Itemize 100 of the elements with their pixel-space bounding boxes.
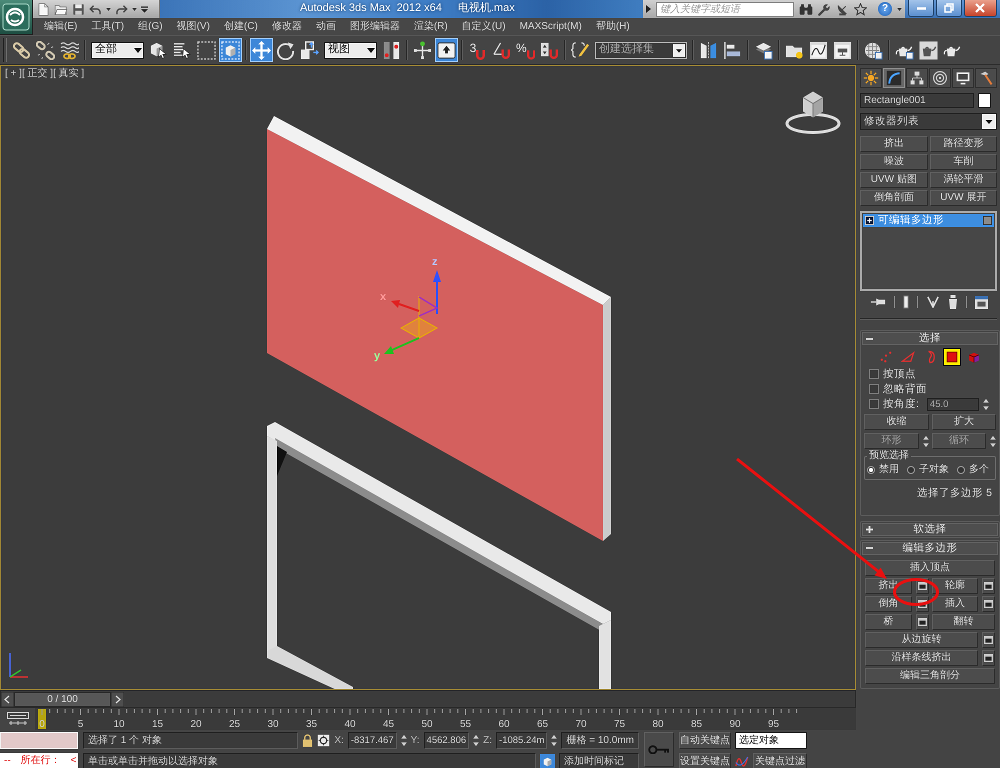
redo-arrow-icon[interactable] xyxy=(115,3,128,15)
object-color-swatch[interactable] xyxy=(978,93,991,108)
time-ruler[interactable]: 0 5 10 15 20 25 30 35 40 45 50 55 60 65 70 75 80 85 90 95 xyxy=(35,708,856,730)
document-icon[interactable] xyxy=(37,2,50,16)
key-filters-button[interactable]: 关键点过滤 xyxy=(752,753,807,768)
track-view-icon[interactable] xyxy=(6,712,28,726)
rollout-header[interactable]: 编辑多边形 xyxy=(862,542,998,555)
edit-button[interactable]: 插入 xyxy=(932,596,978,612)
radio-label[interactable]: 多个 xyxy=(969,464,989,476)
toolbar-dropdown[interactable]: 视图 xyxy=(324,42,377,58)
settings-button[interactable] xyxy=(982,650,995,666)
modifier-button[interactable]: 路径变形 xyxy=(930,136,997,152)
time-slider-thumb[interactable]: 0 / 100 xyxy=(14,692,111,707)
menu-item[interactable]: 创建(C) xyxy=(216,20,265,32)
fork-icon[interactable] xyxy=(926,296,940,308)
checkbox-label[interactable]: 按顶点 xyxy=(883,368,916,380)
caret-icon[interactable] xyxy=(132,8,137,10)
toolbar-button[interactable]: % xyxy=(514,38,537,62)
edit-button[interactable]: 从边旋转 xyxy=(865,632,978,648)
plus-icon[interactable] xyxy=(866,526,873,533)
checkbox[interactable] xyxy=(869,384,879,394)
help-button[interactable]: ? xyxy=(878,2,892,16)
minus-icon[interactable] xyxy=(866,338,873,340)
window-icon[interactable] xyxy=(918,582,926,590)
configure-window-icon[interactable] xyxy=(974,296,988,308)
restore-button[interactable] xyxy=(936,0,962,17)
modifier-button[interactable]: 涡轮平滑 xyxy=(930,172,997,188)
edit-button[interactable]: 倒角 xyxy=(865,596,912,612)
modifier-button[interactable]: 挤出 xyxy=(860,136,928,152)
settings-button[interactable] xyxy=(982,578,995,594)
trash-icon[interactable] xyxy=(948,295,958,309)
chevron-left-icon[interactable] xyxy=(1,692,14,707)
toolbar-button[interactable]: 3 xyxy=(466,38,489,62)
modifier-button[interactable]: 车削 xyxy=(930,154,997,170)
key-mode-dropdown[interactable]: 选定对象 xyxy=(735,732,807,749)
folder-icon[interactable] xyxy=(54,2,68,16)
spinner-arrows-icon[interactable] xyxy=(400,734,407,747)
viewport-menu-label[interactable]: [ + ] xyxy=(5,68,22,80)
edit-button[interactable]: 翻转 xyxy=(932,614,995,630)
window-icon[interactable] xyxy=(984,654,993,662)
settings-button[interactable] xyxy=(982,632,995,648)
menu-item[interactable]: MAXScript(M) xyxy=(512,20,589,32)
modifier-button[interactable]: 倒角剖面 xyxy=(860,190,928,206)
caret-icon[interactable] xyxy=(134,48,142,52)
minus-icon[interactable] xyxy=(866,547,873,550)
set-key-button[interactable]: 设置关键点 xyxy=(679,753,731,768)
modifier-button[interactable]: 噪波 xyxy=(860,154,928,170)
menu-item[interactable]: 编辑(E) xyxy=(37,20,84,32)
radio-label[interactable]: 子对象 xyxy=(919,464,949,476)
settings-button[interactable] xyxy=(916,614,928,630)
close-icon[interactable] xyxy=(975,3,986,13)
modifier-list-dropdown[interactable]: 修改器列表 xyxy=(860,113,997,130)
caret-icon[interactable] xyxy=(367,48,375,52)
viewport-menu-label[interactable]: [ 正交 ] xyxy=(22,68,54,80)
listener-output-field[interactable]: -- 所在行： < xyxy=(0,753,78,768)
toolbar-dropdown[interactable]: 全部 xyxy=(91,42,144,58)
coordinate-field[interactable]: 4562.806 xyxy=(424,732,470,749)
play-arrow-icon[interactable] xyxy=(646,5,651,13)
radio-button[interactable] xyxy=(867,466,875,474)
checkbox[interactable] xyxy=(869,369,879,379)
spinner-arrows-icon[interactable] xyxy=(473,734,480,747)
binoculars-icon[interactable] xyxy=(799,2,813,16)
close-button[interactable] xyxy=(964,0,997,17)
window-icon[interactable] xyxy=(918,618,926,626)
chevron-right-icon[interactable] xyxy=(111,692,124,707)
minimize-button[interactable] xyxy=(908,0,934,17)
menu-item[interactable]: 组(G) xyxy=(131,20,170,32)
app-logo-icon[interactable] xyxy=(2,3,30,31)
menu-item[interactable]: 帮助(H) xyxy=(588,20,637,32)
menu-item[interactable]: 图形编辑器 xyxy=(342,20,407,32)
search-field[interactable]: 键入关键字或短语 xyxy=(656,2,794,16)
modifier-button[interactable]: UVW 展开 xyxy=(930,190,997,206)
cube-toggle-icon[interactable] xyxy=(540,754,555,768)
time-slider-track[interactable]: 0 / 100 xyxy=(0,690,856,708)
menu-item[interactable]: 自定义(U) xyxy=(454,20,513,32)
menu-item[interactable]: 工具(T) xyxy=(84,20,132,32)
object-name-field[interactable]: Rectangle001 xyxy=(860,93,974,108)
menu-item[interactable]: 渲染(R) xyxy=(406,20,455,32)
current-frame-marker[interactable] xyxy=(38,709,46,729)
undo-arrow-icon[interactable] xyxy=(89,3,102,15)
listener-input-field[interactable] xyxy=(0,732,78,750)
rollout-header[interactable]: 选择 xyxy=(862,332,998,345)
modifier-button[interactable]: UVW 贴图 xyxy=(860,172,928,188)
rollout-button[interactable]: 收缩 xyxy=(864,414,928,430)
rollout-header[interactable]: 软选择 xyxy=(862,522,998,536)
menu-item[interactable]: 动画 xyxy=(308,20,343,32)
rollout-button[interactable]: 扩大 xyxy=(932,414,996,430)
stack-item[interactable]: 可编辑多边形 xyxy=(863,214,994,227)
menu-item[interactable]: 视图(V) xyxy=(170,20,217,32)
window-icon[interactable] xyxy=(984,582,993,590)
window-icon[interactable] xyxy=(984,600,993,608)
spinner-arrows-icon[interactable] xyxy=(551,734,558,747)
auto-key-button[interactable]: 自动关键点 xyxy=(679,732,731,749)
caret-icon[interactable] xyxy=(106,8,111,10)
plus-square-icon[interactable] xyxy=(865,216,874,225)
menu-caret-icon[interactable] xyxy=(141,6,148,12)
key-button[interactable] xyxy=(644,732,674,767)
coordinate-field[interactable]: -8317.467 xyxy=(348,732,397,749)
crosshair-icon[interactable] xyxy=(317,734,330,747)
checkbox[interactable] xyxy=(869,399,879,409)
